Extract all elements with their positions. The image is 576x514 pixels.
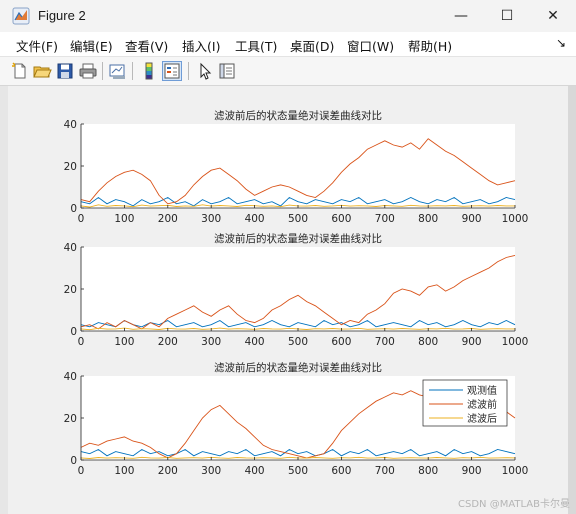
axes-title: 滤波前后的状态量绝对误差曲线对比 (214, 232, 382, 245)
x-tick-label: 900 (462, 465, 482, 477)
menu-bar: 文件(F) 编辑(E) 查看(V) 插入(I) 工具(T) 桌面(D) 窗口(W… (0, 32, 576, 57)
x-tick-label: 200 (158, 213, 178, 225)
menu-help[interactable]: 帮助(H) (408, 36, 452, 55)
axes-2 (80, 246, 516, 332)
axes-container: 0 100 200 300 400 500 600 700 800 900 100002040滤波前… (64, 109, 529, 477)
x-tick-label: 100 (114, 336, 134, 348)
y-tick-label: 20 (64, 284, 77, 296)
toolbar-separator (188, 62, 189, 80)
menu-window[interactable]: 窗口(W) (347, 36, 394, 55)
y-tick-label: 40 (64, 242, 77, 254)
menu-file[interactable]: 文件(F) (16, 36, 58, 55)
x-tick-label: 200 (158, 336, 178, 348)
close-button[interactable]: ✕ (530, 0, 576, 32)
y-tick-label: 20 (64, 161, 77, 173)
x-tick-label: 300 (201, 465, 221, 477)
print-icon[interactable] (78, 61, 98, 81)
property-inspector-icon[interactable] (217, 61, 237, 81)
x-tick-label: 0 (78, 336, 85, 348)
x-tick-label: 1000 (502, 336, 529, 348)
y-tick-label: 40 (64, 119, 77, 131)
plot-area (81, 124, 515, 208)
x-tick-label: 400 (245, 213, 265, 225)
x-tick-label: 200 (158, 465, 178, 477)
figure-canvas: 0 100 200 300 400 500 600 700 800 900 1000 0 20 40 滤波前… (8, 86, 568, 506)
open-file-icon[interactable] (32, 61, 52, 81)
toolbar-separator (132, 62, 133, 80)
menu-desktop[interactable]: 桌面(D) (290, 36, 334, 55)
matlab-icon (12, 7, 30, 25)
legend-entry: 滤波后 (467, 412, 497, 425)
x-tick-label: 500 (288, 465, 308, 477)
x-tick-label: 300 (201, 213, 221, 225)
insert-legend-icon[interactable] (162, 61, 182, 81)
maximize-button[interactable]: ☐ (484, 0, 530, 32)
new-figure-icon[interactable] (10, 61, 30, 81)
y-tick-label: 0 (70, 203, 77, 215)
x-tick-label: 0 (78, 465, 85, 477)
x-tick-label: 600 (331, 465, 351, 477)
x-tick-label: 0 (78, 213, 85, 225)
x-tick-label: 100 (114, 465, 134, 477)
menu-edit[interactable]: 编辑(E) (70, 36, 113, 55)
x-tick-label: 900 (462, 213, 482, 225)
y-tick-label: 40 (64, 371, 77, 383)
menu-view[interactable]: 查看(V) (125, 36, 168, 55)
menu-overflow-icon[interactable]: ↘ (556, 36, 566, 50)
minimize-icon: — (454, 8, 468, 24)
x-tick-label: 1000 (502, 213, 529, 225)
watermark-text: CSDN @MATLAB卡尔曼 (458, 499, 570, 510)
x-tick-label: 100 (114, 213, 134, 225)
close-icon: ✕ (547, 8, 559, 24)
y-tick-label: 0 (70, 326, 77, 338)
x-tick-label: 800 (418, 465, 438, 477)
title-bar: Figure 2 — ☐ ✕ (0, 0, 576, 32)
x-tick-label: 800 (418, 213, 438, 225)
toolbar-separator (102, 62, 103, 80)
minimize-button[interactable]: — (438, 0, 484, 32)
dock-edge (0, 86, 8, 514)
x-tick-label: 500 (288, 336, 308, 348)
x-tick-label: 400 (245, 465, 265, 477)
x-tick-label: 400 (245, 336, 265, 348)
axes-title: 滤波前后的状态量绝对误差曲线对比 (214, 361, 382, 374)
axes-title: 滤波前后的状态量绝对误差曲线对比 (214, 109, 382, 122)
save-icon[interactable] (55, 61, 75, 81)
insert-colorbar-icon[interactable] (139, 61, 159, 81)
x-tick-label: 900 (462, 336, 482, 348)
y-tick-label: 20 (64, 413, 77, 425)
window-title: Figure 2 (38, 8, 86, 23)
menu-insert[interactable]: 插入(I) (182, 36, 220, 55)
axes-1 (80, 123, 516, 209)
x-tick-label: 800 (418, 336, 438, 348)
figure-window: Figure 2 — ☐ ✕ 文件(F) 编辑(E) 查看(V) 插入(I) 工… (0, 0, 576, 514)
y-tick-label: 0 (70, 455, 77, 467)
right-edge (568, 86, 576, 514)
x-tick-label: 700 (375, 336, 395, 348)
link-plot-icon[interactable] (108, 61, 128, 81)
legend-entry: 滤波前 (467, 398, 497, 411)
figure-toolbar (0, 57, 576, 86)
x-tick-label: 600 (331, 213, 351, 225)
x-tick-label: 600 (331, 336, 351, 348)
x-tick-label: 700 (375, 465, 395, 477)
x-tick-label: 500 (288, 213, 308, 225)
maximize-icon: ☐ (500, 8, 514, 24)
x-tick-label: 1000 (502, 465, 529, 477)
legend-entry: 观测值 (467, 384, 497, 397)
x-tick-label: 300 (201, 336, 221, 348)
x-tick-label: 700 (375, 213, 395, 225)
edit-plot-icon[interactable] (195, 61, 215, 81)
menu-tools[interactable]: 工具(T) (235, 36, 277, 55)
